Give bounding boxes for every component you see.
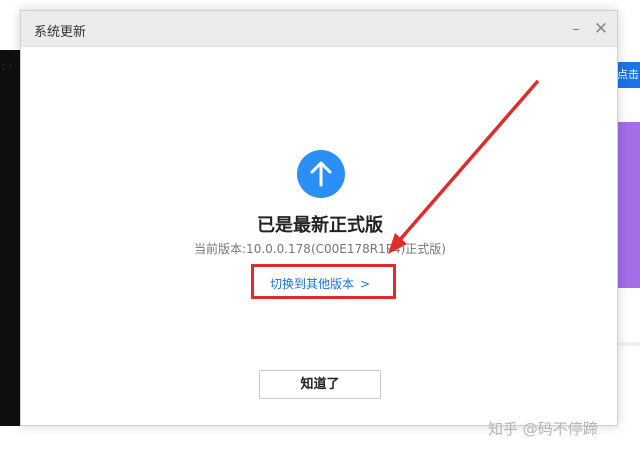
watermark-text: 知乎 @码不停蹄: [488, 420, 598, 438]
red-arrow-annotation: [388, 80, 539, 254]
